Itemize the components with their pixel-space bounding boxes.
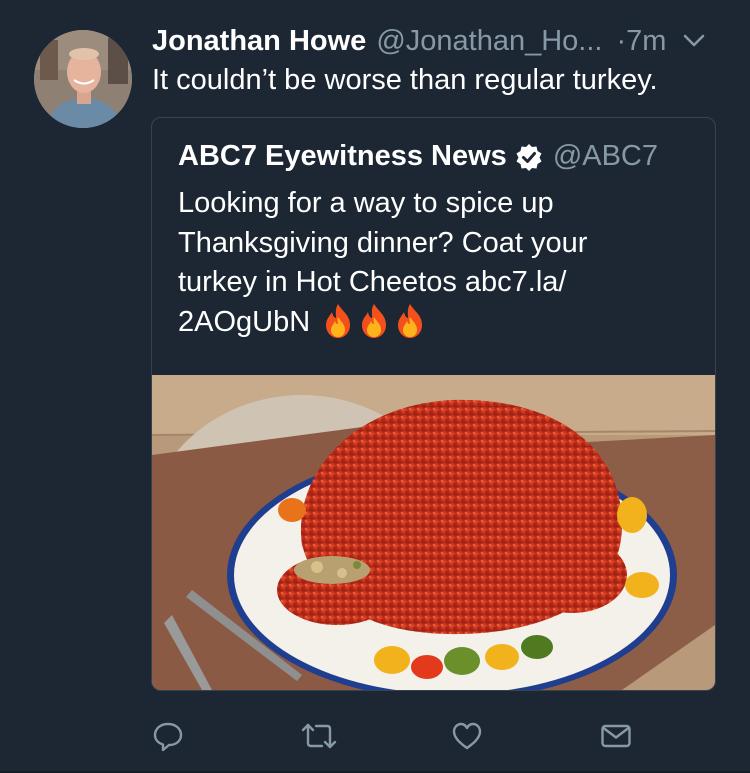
chevron-down-icon[interactable]	[682, 29, 706, 53]
fire-emoji-icon	[326, 303, 351, 338]
quoted-text-line: Looking for a way to spice up	[178, 187, 554, 219]
quoted-text-line: turkey in Hot Cheetos abc7.la/	[178, 263, 698, 303]
quoted-text-line: 2AOgUbN	[178, 303, 698, 343]
fire-emoji-icon	[362, 303, 387, 338]
heart-icon	[452, 722, 482, 750]
author-handle[interactable]: @Jonathan_Ho...	[376, 25, 602, 58]
quoted-author-name: ABC7 Eyewitness News	[178, 140, 507, 172]
turkey-photo	[152, 375, 715, 690]
profile-photo	[34, 30, 132, 128]
quoted-text-link[interactable]: turkey in Hot Cheetos abc7.la/	[178, 266, 566, 298]
envelope-icon	[601, 724, 631, 748]
tweet-actions	[0, 716, 750, 756]
verified-badge-icon	[516, 143, 542, 171]
quoted-tweet-text: Looking for a way to spice up Thanksgivi…	[178, 184, 698, 342]
tweet-time[interactable]: ·7m	[616, 25, 666, 58]
quoted-tweet-image[interactable]	[152, 375, 715, 690]
retweet-icon	[301, 723, 337, 749]
author-name[interactable]: Jonathan Howe	[152, 25, 366, 58]
like-button[interactable]	[447, 716, 487, 756]
tweet-text: It couldn’t be worse than regular turkey…	[152, 64, 658, 96]
quoted-text-line: Thanksgiving dinner? Coat your	[178, 226, 588, 259]
avatar[interactable]	[34, 30, 132, 128]
reply-button[interactable]	[148, 716, 188, 756]
retweet-button[interactable]	[299, 716, 339, 756]
tweet-header: Jonathan Howe @Jonathan_Ho... ·7m	[152, 22, 722, 60]
quoted-tweet-card[interactable]: ABC7 Eyewitness News @ABC7 Looking for a…	[151, 117, 716, 691]
share-button[interactable]	[596, 716, 636, 756]
quoted-text-link[interactable]: 2AOgUbN	[178, 306, 310, 338]
speech-bubble-icon	[153, 722, 183, 752]
fire-emoji-icon	[398, 303, 423, 338]
quoted-tweet-header: ABC7 Eyewitness News @ABC7	[178, 140, 658, 173]
quoted-author-handle: @ABC7	[552, 140, 659, 172]
